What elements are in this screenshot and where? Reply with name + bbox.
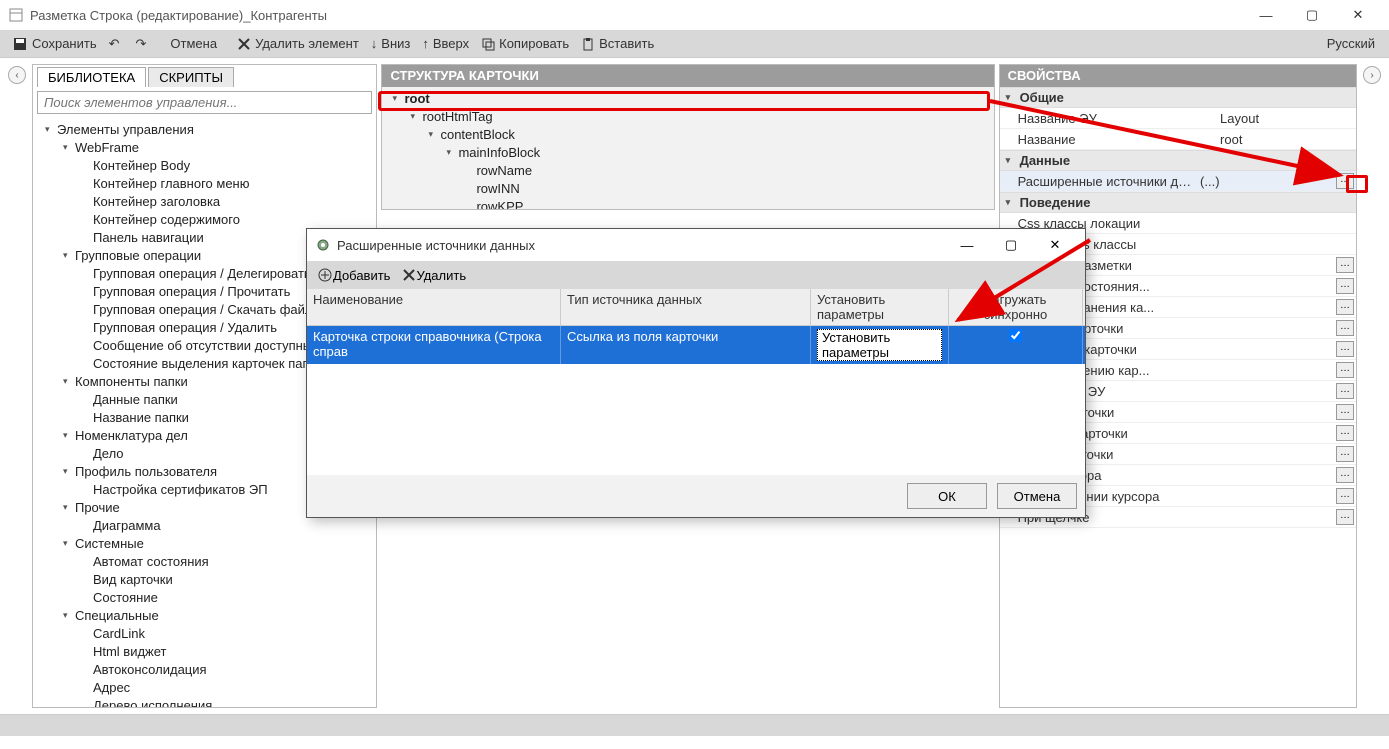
tab-scripts[interactable]: СКРИПТЫ xyxy=(148,67,234,87)
search-input[interactable] xyxy=(37,91,373,114)
extended-sources-dialog: Расширенные источники данных — ▢ ✕ Добав… xyxy=(306,228,1086,518)
move-up-button[interactable]: ↑Вверх xyxy=(416,32,475,56)
move-down-button[interactable]: ↓Вниз xyxy=(365,32,417,56)
tree-item[interactable]: ▸Html виджет xyxy=(37,642,373,660)
ellipsis-button[interactable]: … xyxy=(1336,509,1354,525)
ellipsis-button[interactable]: … xyxy=(1336,383,1354,399)
copy-button[interactable]: Копировать xyxy=(475,32,575,56)
save-label: Сохранить xyxy=(32,36,97,51)
undo-button[interactable]: ↶ xyxy=(103,32,130,56)
delete-element-button[interactable]: Удалить элемент xyxy=(231,32,365,56)
ellipsis-button[interactable]: … xyxy=(1336,278,1354,294)
structure-item[interactable]: ▾rootHtmlTag xyxy=(388,107,987,125)
tree-item[interactable]: ▾Специальные xyxy=(37,606,373,624)
col-params: Установить параметры xyxy=(811,289,949,325)
ellipsis-button[interactable]: … xyxy=(1336,299,1354,315)
tree-item[interactable]: ▸Контейнер содержимого xyxy=(37,210,373,228)
tree-item[interactable]: ▸Автоконсолидация xyxy=(37,660,373,678)
window-titlebar: Разметка Строка (редактирование)_Контраг… xyxy=(0,0,1389,30)
tree-item[interactable]: ▸Контейнер заголовка xyxy=(37,192,373,210)
sources-table-header: Наименование Тип источника данных Устано… xyxy=(307,289,1085,326)
row-type-cell: Ссылка из поля карточки xyxy=(561,326,811,364)
tree-item[interactable]: ▸Контейнер главного меню xyxy=(37,174,373,192)
tree-item[interactable]: ▸Автомат состояния xyxy=(37,552,373,570)
tree-item[interactable]: ▸Вид карточки xyxy=(37,570,373,588)
ellipsis-button[interactable]: … xyxy=(1336,488,1354,504)
structure-item[interactable]: ▾mainInfoBlock xyxy=(388,143,987,161)
structure-item[interactable]: ▸rowINN xyxy=(388,179,987,197)
prop-row[interactable]: Расширенные источники данн...(...)… xyxy=(1000,171,1356,192)
ok-button[interactable]: ОК xyxy=(907,483,987,509)
collapse-right-icon[interactable]: › xyxy=(1361,64,1383,708)
tree-item[interactable]: ▸Адрес xyxy=(37,678,373,696)
cancel-button[interactable]: Отмена xyxy=(164,32,223,56)
table-row[interactable]: Карточка строки справочника (Строка спра… xyxy=(307,326,1085,364)
prop-group[interactable]: ▾Данные xyxy=(1000,150,1356,171)
language-selector[interactable]: Русский xyxy=(1319,36,1383,51)
prop-row[interactable]: Название ЭУLayout xyxy=(1000,108,1356,129)
ellipsis-button[interactable]: … xyxy=(1336,446,1354,462)
structure-panel: СТРУКТУРА КАРТОЧКИ ▾root▾rootHtmlTag▾con… xyxy=(381,64,994,210)
col-sync: Загружать синхронно xyxy=(949,289,1083,325)
row-name-cell: Карточка строки справочника (Строка спра… xyxy=(307,326,561,364)
ellipsis-button[interactable]: … xyxy=(1336,257,1354,273)
library-tabbar: БИБЛИОТЕКА СКРИПТЫ xyxy=(33,65,377,87)
col-name: Наименование xyxy=(307,289,561,325)
cancel-dialog-button[interactable]: Отмена xyxy=(997,483,1077,509)
dialog-close-button[interactable]: ✕ xyxy=(1033,233,1077,257)
ellipsis-button[interactable]: … xyxy=(1336,362,1354,378)
dialog-title: Расширенные источники данных xyxy=(337,238,945,253)
tree-item[interactable]: ▾Элементы управления xyxy=(37,120,373,138)
dialog-minimize-button[interactable]: — xyxy=(945,233,989,257)
dialog-maximize-button[interactable]: ▢ xyxy=(989,233,1033,257)
tree-item[interactable]: ▸Состояние xyxy=(37,588,373,606)
ellipsis-button[interactable]: … xyxy=(1336,341,1354,357)
structure-tree[interactable]: ▾root▾rootHtmlTag▾contentBlock▾mainInfoB… xyxy=(382,87,993,209)
paste-button[interactable]: Вставить xyxy=(575,32,660,56)
save-button[interactable]: Сохранить xyxy=(6,32,103,56)
ellipsis-button[interactable]: … xyxy=(1336,425,1354,441)
app-icon xyxy=(8,7,24,23)
prop-group[interactable]: ▾Общие xyxy=(1000,87,1356,108)
gear-icon xyxy=(315,237,331,253)
window-title: Разметка Строка (редактирование)_Контраг… xyxy=(30,8,1243,23)
structure-item[interactable]: ▸rowName xyxy=(388,161,987,179)
minimize-button[interactable]: — xyxy=(1243,0,1289,30)
sync-checkbox[interactable] xyxy=(1009,329,1022,342)
tree-item[interactable]: ▸Дерево исполнения xyxy=(37,696,373,707)
structure-item[interactable]: ▾contentBlock xyxy=(388,125,987,143)
ellipsis-button[interactable]: … xyxy=(1336,404,1354,420)
prop-group[interactable]: ▾Поведение xyxy=(1000,192,1356,213)
prop-row[interactable]: Названиеroot xyxy=(1000,129,1356,150)
properties-header: СВОЙСТВА xyxy=(1000,65,1356,87)
redo-button[interactable]: ↷ xyxy=(130,32,157,56)
structure-header: СТРУКТУРА КАРТОЧКИ xyxy=(382,65,993,87)
maximize-button[interactable]: ▢ xyxy=(1289,0,1335,30)
add-button[interactable]: Добавить xyxy=(311,265,396,285)
ellipsis-button[interactable]: … xyxy=(1336,467,1354,483)
structure-item[interactable]: ▸rowKPP xyxy=(388,197,987,209)
tree-item[interactable]: ▾WebFrame xyxy=(37,138,373,156)
status-bar xyxy=(0,714,1389,736)
tree-item[interactable]: ▾Системные xyxy=(37,534,373,552)
close-button[interactable]: ✕ xyxy=(1335,0,1381,30)
main-toolbar: Сохранить ↶ ↷ Отмена Удалить элемент ↓Вн… xyxy=(0,30,1389,58)
structure-item[interactable]: ▾root xyxy=(388,89,987,107)
col-type: Тип источника данных xyxy=(561,289,811,325)
tree-item[interactable]: ▸Контейнер Body xyxy=(37,156,373,174)
tree-item[interactable]: ▸Диаграмма xyxy=(37,516,373,534)
delete-button[interactable]: Удалить xyxy=(396,266,472,285)
tab-library[interactable]: БИБЛИОТЕКА xyxy=(37,67,146,87)
tree-item[interactable]: ▸CardLink xyxy=(37,624,373,642)
ellipsis-button[interactable]: … xyxy=(1336,173,1354,189)
set-params-button[interactable]: Установить параметры xyxy=(817,329,942,361)
ellipsis-button[interactable]: … xyxy=(1336,320,1354,336)
collapse-left-icon[interactable]: ‹ xyxy=(6,64,28,708)
